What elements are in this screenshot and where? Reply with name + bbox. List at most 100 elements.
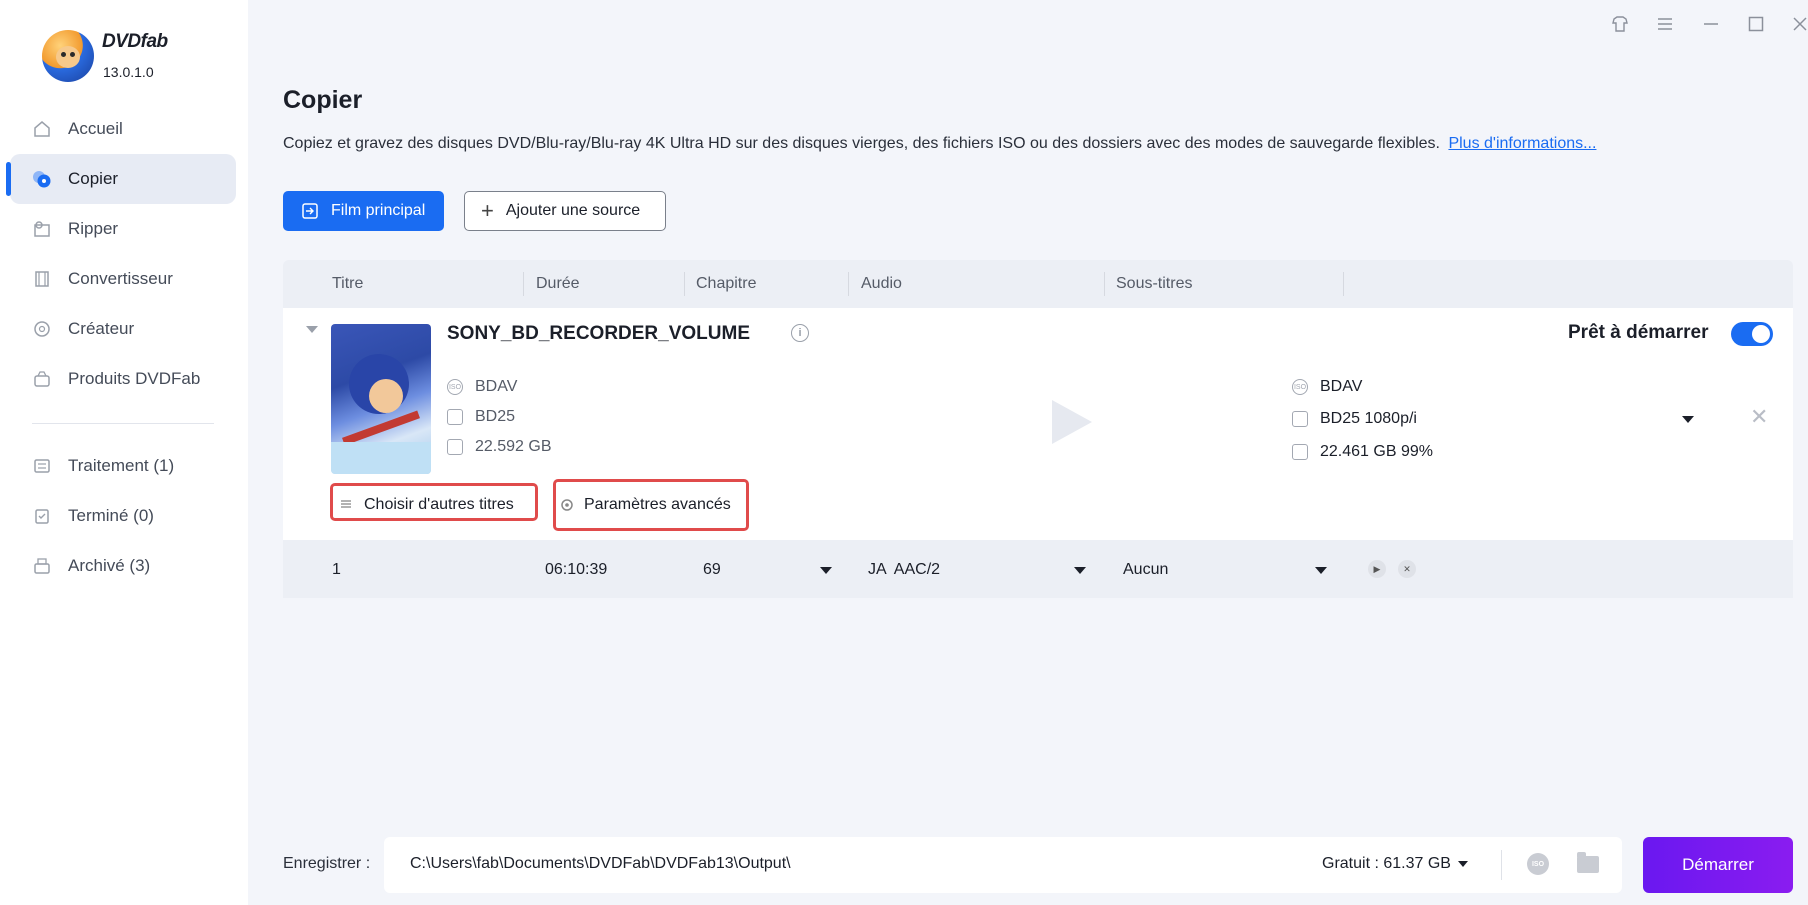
start-button[interactable]: Démarrer	[1643, 837, 1793, 893]
chapter-select[interactable]: 69	[703, 561, 721, 579]
output-size-value: 22.461 GB 99%	[1320, 443, 1433, 460]
output-path-value: C:\Users\fab\Documents\DVDFab\DVDFab13\O…	[410, 855, 791, 872]
size-icon	[447, 439, 463, 455]
iso-format-icon: ISO	[447, 379, 463, 395]
sidebar-item-convertisseur[interactable]: Convertisseur	[10, 254, 236, 304]
output-disc[interactable]: BD25 1080p/i	[1292, 410, 1417, 428]
sidebar-item-label: Ripper	[68, 219, 119, 238]
column-header-chapitre: Chapitre	[696, 275, 757, 292]
sidebar-item-label: Copier	[68, 169, 119, 188]
ready-toggle[interactable]	[1731, 322, 1773, 346]
table-row[interactable]	[283, 540, 1793, 598]
subtitles-select[interactable]: Aucun	[1123, 561, 1168, 579]
sidebar-item-label: Accueil	[68, 119, 123, 138]
ripper-icon	[32, 219, 52, 239]
highlight-advanced-settings	[553, 479, 749, 531]
disc-type-icon	[1292, 411, 1308, 427]
done-icon	[32, 506, 52, 526]
iso-output-icon[interactable]: ISO	[1527, 853, 1549, 875]
subtitles-dropdown-icon[interactable]	[1315, 567, 1327, 574]
maximize-icon[interactable]	[1744, 12, 1768, 36]
skin-icon[interactable]	[1608, 12, 1632, 36]
output-format-value: BDAV	[1320, 378, 1363, 395]
output-disc-dropdown-icon[interactable]	[1682, 416, 1694, 423]
sidebar-item-ripper[interactable]: Ripper	[10, 204, 236, 254]
source-size-value: 22.592 GB	[475, 438, 552, 455]
ready-status: Prêt à démarrer	[1568, 322, 1709, 343]
sidebar-item-copier[interactable]: Copier	[6, 154, 236, 204]
audio-dropdown-icon[interactable]	[1074, 567, 1086, 574]
page-title: Copier	[283, 86, 363, 114]
remove-title-icon[interactable]: ✕	[1398, 560, 1416, 578]
column-header-sous-titres: Sous-titres	[1116, 275, 1193, 292]
free-space: Gratuit : 61.37 GB	[1322, 855, 1451, 872]
sidebar-item-createur[interactable]: Créateur	[10, 304, 236, 354]
remove-source-icon[interactable]: ✕	[1750, 404, 1768, 430]
sidebar-item-termine[interactable]: Terminé (0)	[10, 491, 236, 541]
sidebar-item-label: Traitement (1)	[68, 456, 175, 475]
sidebar-item-label: Archivé (3)	[68, 556, 151, 575]
title-number: 1	[332, 561, 341, 578]
disc-title: SONY_BD_RECORDER_VOLUME	[447, 323, 750, 344]
footer-divider	[1501, 850, 1502, 880]
save-label: Enregistrer :	[283, 855, 371, 872]
sidebar-item-accueil[interactable]: Accueil	[10, 104, 236, 154]
sidebar-divider	[32, 423, 214, 424]
copy-disc-icon	[32, 169, 52, 189]
size-icon	[1292, 444, 1308, 460]
archive-icon	[32, 556, 52, 576]
more-info-link[interactable]: Plus d'informations...	[1448, 135, 1596, 152]
creator-icon	[32, 319, 52, 339]
sidebar-item-label: Créateur	[68, 319, 135, 338]
iso-format-icon: ISO	[1292, 379, 1308, 395]
column-header-audio: Audio	[861, 275, 902, 292]
sidebar-item-produits[interactable]: Produits DVDFab	[10, 354, 236, 404]
add-source-label: Ajouter une source	[505, 202, 641, 219]
sidebar: DVDfab 13.0.1.0 Accueil Copier Ripper Co…	[0, 0, 248, 905]
app-version: 13.0.1.0	[103, 64, 154, 80]
sidebar-item-archive[interactable]: Archivé (3)	[10, 541, 236, 591]
audio-select[interactable]: JA AAC/2	[868, 561, 940, 579]
sidebar-item-traitement[interactable]: Traitement (1)	[10, 441, 236, 491]
products-icon	[32, 369, 52, 389]
output-format: ISO BDAV	[1292, 378, 1362, 396]
highlight-choose-titles	[330, 483, 538, 521]
title-duration: 06:10:39	[545, 561, 608, 578]
brand-name: DVDfab	[102, 31, 168, 52]
processing-icon	[32, 456, 52, 476]
source-disc-value: BD25	[475, 408, 516, 425]
close-window-icon[interactable]	[1788, 12, 1808, 36]
output-disc-value: BD25 1080p/i	[1320, 410, 1417, 427]
column-header-titre: Titre	[332, 275, 364, 292]
folder-icon[interactable]	[1577, 852, 1599, 873]
minimize-icon[interactable]	[1699, 12, 1723, 36]
chapter-dropdown-icon[interactable]	[820, 567, 832, 574]
column-header-duree: Durée	[536, 275, 580, 292]
film-icon	[32, 269, 52, 289]
sidebar-item-label: Terminé (0)	[68, 506, 154, 525]
disc-type-icon	[447, 409, 463, 425]
source-format-value: BDAV	[475, 378, 518, 395]
source-disc: BD25	[447, 408, 515, 426]
sidebar-item-label: Produits DVDFab	[68, 369, 201, 388]
menu-icon[interactable]	[1653, 12, 1677, 36]
plus-icon: +	[481, 198, 494, 223]
source-size: 22.592 GB	[447, 438, 552, 456]
main-movie-button[interactable]: Film principal	[283, 191, 444, 231]
output-size: 22.461 GB 99%	[1292, 443, 1433, 461]
page-description: Copiez et gravez des disques DVD/Blu-ray…	[283, 135, 1596, 153]
collapse-arrow-icon[interactable]	[306, 326, 318, 333]
free-space-dropdown-icon[interactable]	[1458, 861, 1468, 867]
dvdfab-logo-icon	[42, 30, 94, 82]
play-icon[interactable]: ▶	[1368, 560, 1386, 578]
source-format: ISO BDAV	[447, 378, 517, 396]
title-table-header: Titre Durée Chapitre Audio Sous-titres	[283, 260, 1793, 308]
info-icon[interactable]: i	[791, 324, 809, 342]
main-movie-icon	[301, 202, 319, 220]
disc-thumbnail	[331, 324, 431, 474]
main-movie-label: Film principal	[331, 202, 426, 219]
add-source-button[interactable]: + Ajouter une source	[464, 191, 666, 231]
sidebar-item-label: Convertisseur	[68, 269, 173, 288]
home-icon	[32, 119, 52, 139]
convert-arrow-icon	[1052, 400, 1092, 444]
